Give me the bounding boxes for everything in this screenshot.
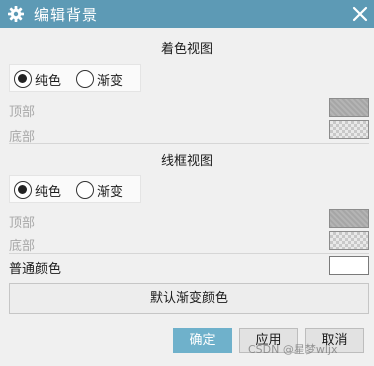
radio-unselected-icon (76, 70, 94, 88)
wireframe-gradient-label: 渐变 (97, 184, 124, 200)
radio-selected-icon (14, 181, 32, 199)
ok-button[interactable]: 确定 (173, 328, 232, 353)
wireframe-solid-label: 纯色 (35, 184, 62, 200)
radio-unselected-icon (76, 181, 94, 199)
wireframe-solid-radio[interactable]: 纯色 (14, 180, 61, 200)
radio-selected-icon (14, 70, 32, 88)
shaded-gradient-radio[interactable]: 渐变 (76, 69, 123, 89)
section-divider (9, 253, 369, 254)
plain-color-label: 普通颜色 (9, 262, 62, 277)
default-gradient-button[interactable]: 默认渐变颜色 (9, 283, 369, 314)
plain-color-swatch[interactable] (329, 256, 369, 275)
window-title: 编辑背景 (34, 6, 99, 24)
section-divider (9, 143, 369, 144)
shaded-gradient-label: 渐变 (97, 73, 124, 89)
shaded-bottom-color-swatch[interactable] (329, 120, 369, 139)
shaded-top-color-swatch[interactable] (329, 98, 369, 117)
shaded-view-title: 着色视图 (160, 42, 213, 57)
wireframe-view-mode-group: 纯色 渐变 (9, 175, 141, 203)
wireframe-bottom-label: 底部 (9, 239, 36, 254)
wireframe-view-title: 线框视图 (160, 154, 213, 169)
shaded-solid-radio[interactable]: 纯色 (14, 69, 61, 89)
wireframe-top-label: 顶部 (9, 216, 36, 231)
close-icon[interactable] (350, 4, 370, 24)
title-bar: 编辑背景 (0, 0, 374, 28)
wireframe-top-color-swatch[interactable] (329, 209, 369, 228)
watermark: CSDN @星梦wljx (248, 343, 338, 356)
shaded-top-label: 顶部 (9, 105, 36, 120)
shaded-solid-label: 纯色 (35, 73, 62, 89)
shaded-view-mode-group: 纯色 渐变 (9, 64, 141, 92)
gear-icon (8, 6, 24, 22)
wireframe-gradient-radio[interactable]: 渐变 (76, 180, 123, 200)
wireframe-bottom-color-swatch[interactable] (329, 231, 369, 250)
